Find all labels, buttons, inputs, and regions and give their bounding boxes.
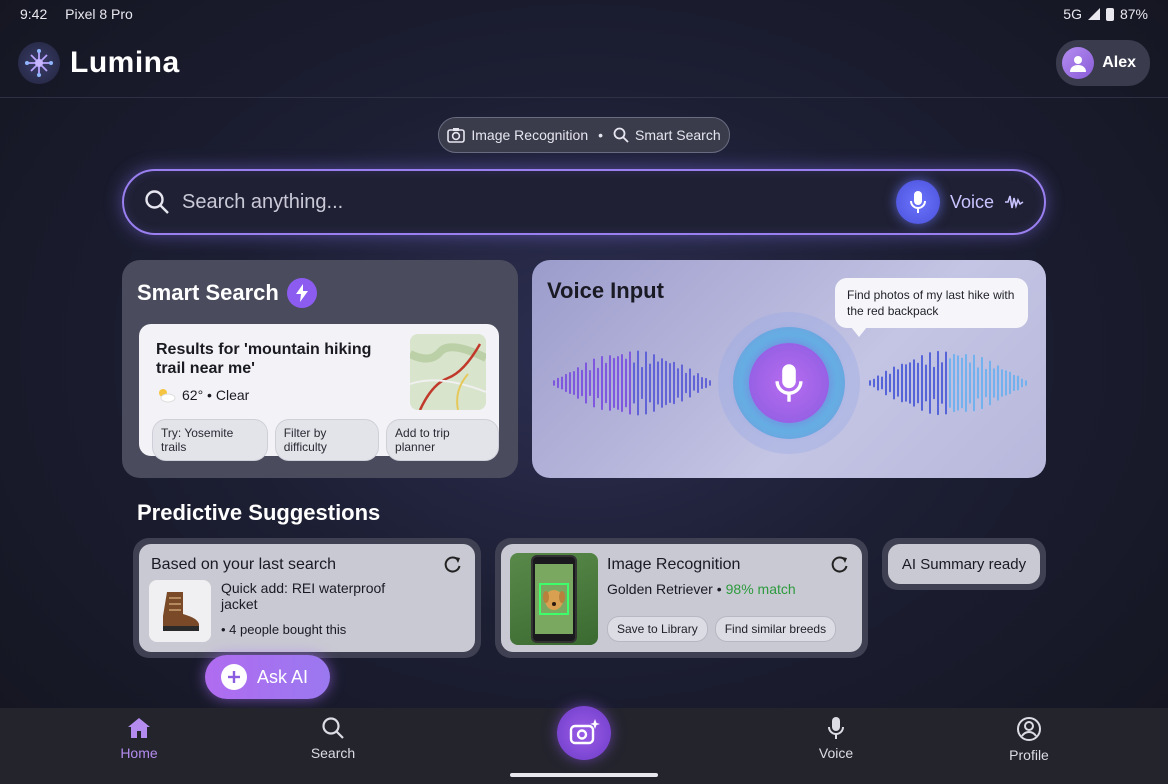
nav-home-label: Home [120, 745, 158, 761]
smart-search-title: Smart Search [137, 278, 317, 308]
home-indicator [510, 773, 658, 777]
save-to-library-button[interactable]: Save to Library [607, 616, 708, 642]
battery-icon [1105, 7, 1114, 21]
signal-icon [1087, 8, 1100, 20]
suggestion-card-inner: Image Recognition Golden Retriever • 98%… [501, 544, 862, 652]
search-icon [613, 127, 629, 143]
detection-box [539, 583, 569, 615]
partly-sunny-icon [159, 389, 176, 403]
voice-transcript-bubble: Find photos of my last hike with the red… [835, 278, 1028, 337]
status-bar: 9:42 Pixel 8 Pro 5G 87% [0, 0, 1168, 28]
chip-separator: • [598, 127, 604, 143]
breed-label: Golden Retriever • [607, 581, 722, 597]
map-thumbnail[interactable] [410, 334, 486, 410]
voice-label: Voice [949, 191, 994, 212]
suggestion-card-inner: Based on your last search Quick add: REI… [139, 544, 475, 652]
ai-summary-inner: AI Summary ready [888, 544, 1040, 584]
waveform-right [869, 350, 1027, 416]
logo-icon [18, 42, 60, 84]
dog-photo [510, 553, 598, 645]
chip-yosemite[interactable]: Try: Yosemite trails [152, 419, 268, 461]
network-label: 5G [1063, 6, 1082, 22]
brand-name: Lumina [70, 46, 180, 79]
result-title: Results for 'mountain hiking trail near … [156, 341, 372, 377]
bottom-nav: Home Search Voice Profile [0, 706, 1168, 784]
status-right: 5G 87% [1063, 6, 1148, 22]
find-similar-breeds-button[interactable]: Find similar breeds [714, 616, 837, 642]
home-icon [128, 718, 150, 738]
chip-trip-planner[interactable]: Add to trip planner [386, 419, 499, 461]
ai-summary-card[interactable]: AI Summary ready [882, 538, 1046, 590]
ask-ai-label: Ask AI [257, 666, 309, 687]
user-name: Alex [1102, 54, 1136, 71]
search-result-card[interactable]: Results for 'mountain hiking trail near … [139, 324, 499, 461]
weather-text: 62° • Clear [182, 387, 250, 403]
mic-icon [895, 180, 940, 224]
bolt-icon [286, 278, 317, 308]
nav-home[interactable]: Home [94, 716, 184, 761]
chip-filter-difficulty[interactable]: Filter by difficulty [274, 419, 380, 461]
app-header: Lumina Alex [18, 38, 1150, 88]
search-bar: Voice [122, 169, 1046, 235]
camera-icon [447, 128, 466, 143]
nav-search-label: Search [310, 745, 356, 761]
phone-screen [535, 564, 573, 634]
ai-summary-label: AI Summary ready [901, 555, 1027, 573]
waveform-left [553, 350, 711, 416]
search-input[interactable] [182, 190, 896, 214]
camera-fab-button[interactable] [557, 706, 611, 760]
suggestion-card-last-search[interactable]: Based on your last search Quick add: REI… [133, 538, 481, 658]
voice-input-title: Voice Input [547, 278, 664, 303]
avatar [1062, 47, 1095, 79]
predictive-title: Predictive Suggestions [137, 500, 381, 525]
match-score: 98% match [725, 581, 796, 597]
chip-image-recognition: Image Recognition [471, 127, 589, 143]
status-time: 9:42 [20, 6, 48, 22]
profile-icon [1017, 717, 1041, 741]
search-icon [145, 190, 169, 214]
status-left: 9:42 Pixel 8 Pro [20, 6, 147, 22]
header-divider [0, 97, 1168, 98]
weather-info: 62° • Clear [156, 387, 249, 403]
card1-title: Based on your last search [151, 556, 336, 573]
brand[interactable]: Lumina [18, 42, 180, 84]
battery-level: 87% [1119, 6, 1148, 22]
smart-search-heading: Smart Search [137, 280, 279, 305]
search-icon [322, 717, 344, 739]
status-device: Pixel 8 Pro [65, 6, 133, 22]
voice-mic-button[interactable] [718, 312, 860, 454]
refresh-icon[interactable] [443, 554, 463, 574]
card1-desc: Quick add: REI waterproof jacket [221, 580, 386, 612]
suggestion-chips: Try: Yosemite trails Filter by difficult… [152, 419, 499, 461]
feature-chip[interactable]: Image Recognition • Smart Search [438, 117, 730, 153]
plus-icon [221, 664, 247, 690]
card1-meta: • 4 people bought this [221, 622, 347, 637]
voice-input-card: Voice Input Find photos of my last hike … [532, 260, 1046, 478]
mic-icon [828, 717, 844, 739]
nav-profile[interactable]: Profile [984, 716, 1074, 763]
suggestion-card-image-recognition[interactable]: Image Recognition Golden Retriever • 98%… [495, 538, 868, 658]
card2-title: Image Recognition [607, 556, 741, 573]
boot-image [149, 580, 211, 642]
nav-search[interactable]: Search [288, 716, 378, 761]
nav-voice[interactable]: Voice [791, 716, 881, 761]
phone-icon [531, 555, 577, 643]
smart-search-card: Smart Search Results for 'mountain hikin… [122, 260, 518, 478]
card2-chips: Save to Library Find similar breeds [607, 616, 837, 642]
nav-voice-label: Voice [818, 745, 854, 761]
refresh-icon[interactable] [830, 554, 850, 574]
chip-smart-search: Smart Search [635, 127, 721, 143]
nav-profile-label: Profile [1009, 747, 1049, 763]
mic-ring [733, 327, 845, 439]
waveform-icon [1005, 195, 1024, 209]
user-menu-button[interactable]: Alex [1056, 40, 1150, 86]
voice-search-button[interactable]: Voice [895, 180, 1024, 224]
card2-meta: Golden Retriever • 98% match [607, 581, 796, 597]
mic-icon [749, 343, 829, 423]
ai-camera-icon [569, 719, 600, 745]
ask-ai-button[interactable]: Ask AI [205, 655, 330, 699]
